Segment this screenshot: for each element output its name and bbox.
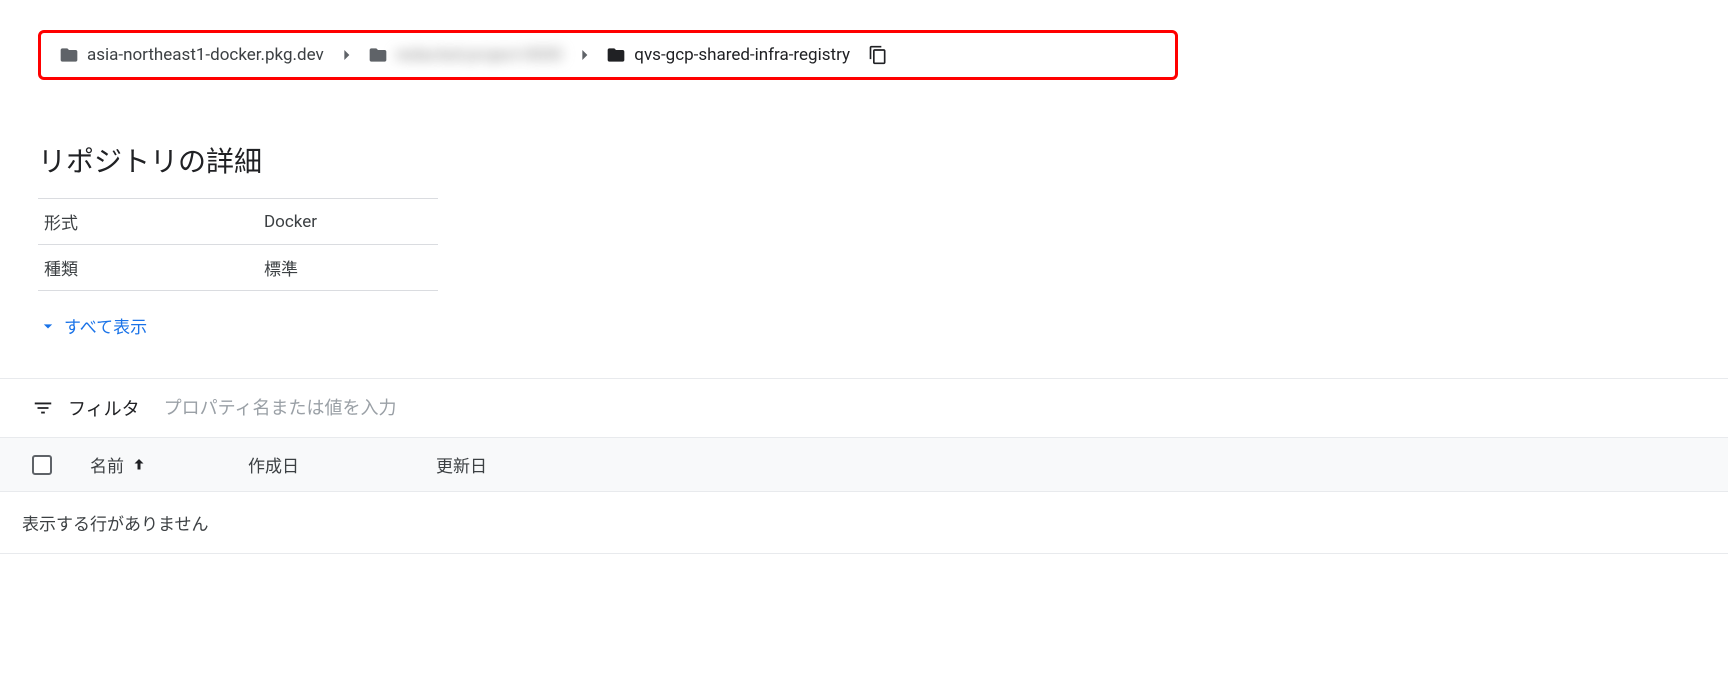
breadcrumb-label: qvs-gcp-shared-infra-registry: [634, 45, 850, 65]
chevron-right-icon: [574, 45, 594, 65]
show-all-button[interactable]: すべて表示: [38, 313, 1728, 338]
breadcrumb-item-repo: qvs-gcp-shared-infra-registry: [606, 45, 850, 65]
folder-icon: [368, 45, 388, 65]
details-row-label: 種類: [38, 245, 258, 291]
table-header-row: 名前 作成日 更新日: [0, 438, 1728, 492]
details-title: リポジトリの詳細: [38, 140, 1728, 180]
column-header-created[interactable]: 作成日: [248, 452, 398, 477]
filter-input[interactable]: [164, 398, 564, 419]
chevron-down-icon: [38, 316, 58, 336]
column-header-updated[interactable]: 更新日: [436, 452, 556, 477]
show-all-label: すべて表示: [64, 313, 147, 338]
breadcrumb-label: redacted-project-0000: [396, 45, 563, 65]
breadcrumb-item-root[interactable]: asia-northeast1-docker.pkg.dev: [59, 45, 324, 65]
chevron-right-icon: [336, 45, 356, 65]
folder-icon: [606, 45, 626, 65]
breadcrumb-label: asia-northeast1-docker.pkg.dev: [87, 45, 324, 65]
filter-icon: [32, 397, 54, 419]
select-all-checkbox[interactable]: [32, 455, 52, 475]
breadcrumb-item-project[interactable]: redacted-project-0000: [368, 45, 563, 65]
arrow-up-icon: [130, 456, 148, 474]
breadcrumb: asia-northeast1-docker.pkg.dev redacted-…: [38, 30, 1178, 80]
details-row: 形式 Docker: [38, 199, 438, 245]
copy-icon: [868, 45, 888, 65]
details-row-value: 標準: [258, 245, 438, 291]
details-table: 形式 Docker 種類 標準: [38, 198, 438, 291]
details-row-label: 形式: [38, 199, 258, 245]
column-header-name[interactable]: 名前: [90, 452, 210, 477]
details-row: 種類 標準: [38, 245, 438, 291]
folder-icon: [59, 45, 79, 65]
copy-path-button[interactable]: [866, 43, 890, 67]
table-empty-message: 表示する行がありません: [0, 492, 1728, 554]
filter-bar: フィルタ: [0, 378, 1728, 438]
details-row-value: Docker: [258, 199, 438, 245]
filter-label: フィルタ: [68, 395, 140, 421]
